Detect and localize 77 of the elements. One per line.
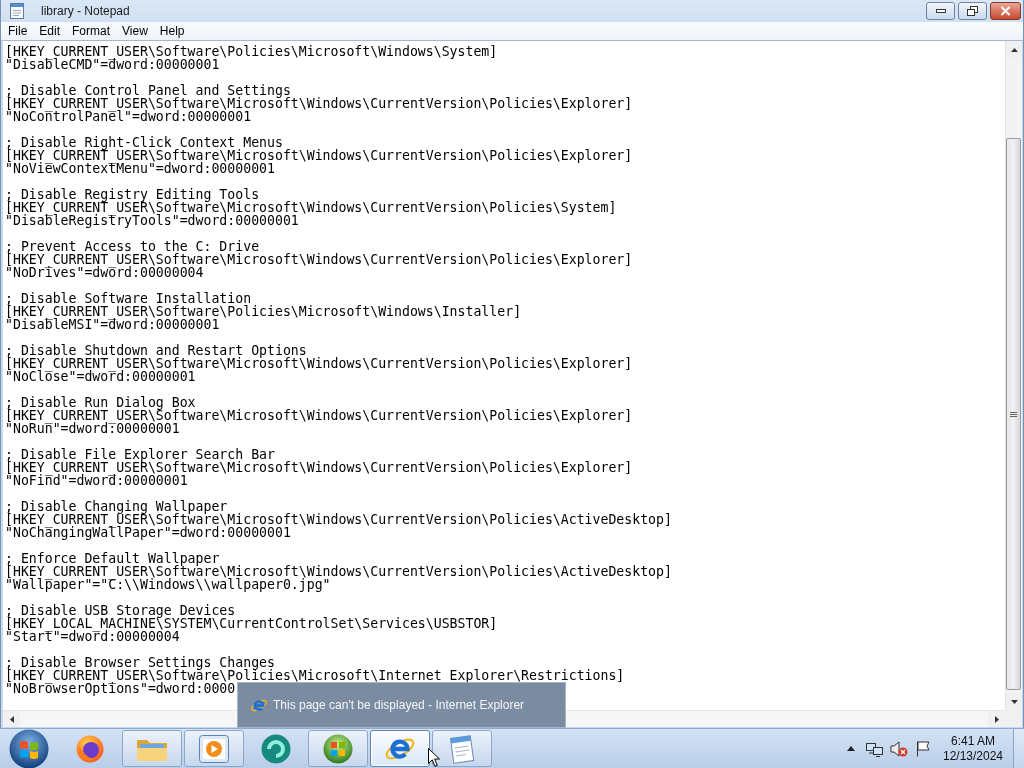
- text-line: ; Disable Shutdown and Restart Options: [5, 344, 307, 357]
- grip-icon: [1010, 411, 1017, 417]
- text-line: [HKEY_CURRENT_USER\Software\Policies\Microsoft\Windows\System]: [5, 45, 498, 58]
- text-line: ; Prevent Access to the C: Drive: [5, 240, 260, 253]
- caret-down-icon: [1010, 699, 1018, 704]
- text-line: ; Disable Changing Wallpaper: [5, 500, 228, 513]
- text-line: "NoBrowserOptions"=dword:0000: [5, 682, 236, 695]
- media-player-icon: [199, 734, 229, 763]
- text-line: ; Disable Right-Click Context Menus: [5, 136, 283, 149]
- window-title: library - Notepad: [41, 3, 130, 19]
- text-line: "Wallpaper"="C:\\Windows\\wallpaper0.jpg": [5, 578, 331, 591]
- taskbar-button[interactable]: [184, 730, 244, 767]
- text-line: ; Enforce Default Wallpaper: [5, 552, 220, 565]
- text-line: ; Disable Registry Editing Tools: [5, 188, 260, 201]
- start-orb-icon: [9, 728, 49, 768]
- text-line: "DisableRegistryTools"=dword:00000001: [5, 214, 299, 227]
- clock-time: 6:41 AM: [951, 733, 995, 749]
- caret-up-icon: [847, 746, 855, 751]
- text-line: "NoViewContextMenu"=dword:00000001: [5, 162, 275, 175]
- text-line: [HKEY_CURRENT_USER\Software\Policies\Microsoft\Windows\Installer]: [5, 305, 522, 318]
- menu-item[interactable]: File: [2, 23, 34, 39]
- mouse-cursor-icon: [428, 748, 440, 767]
- menu-item[interactable]: View: [116, 23, 154, 39]
- text-line: "NoClose"=dword:00000001: [5, 370, 196, 383]
- orb-icon: [323, 733, 353, 764]
- text-line: [HKEY_CURRENT_USER\Software\Microsoft\Windows\CurrentVersion\Policies\Explorer]: [5, 409, 633, 422]
- text-line: "NoControlPanel"=dword:00000001: [5, 110, 252, 123]
- tooltip-title: This page can't be displayed - Internet Explorer: [273, 698, 525, 712]
- taskbar-button[interactable]: [370, 730, 430, 767]
- notepad-icon: [9, 3, 25, 19]
- restore-icon: [967, 6, 978, 16]
- text-line: "NoFind"=dword:00000001: [5, 474, 188, 487]
- text-line: ; Disable Control Panel and Settings: [5, 84, 291, 97]
- menu-item[interactable]: Format: [66, 23, 117, 39]
- clock-date: 12/13/2024: [942, 748, 1004, 764]
- scroll-thumb[interactable]: [1006, 138, 1021, 690]
- text-line: "NoRun"=dword:00000001: [5, 422, 180, 435]
- text-line: "DisableMSI"=dword:00000001: [5, 318, 220, 331]
- text-line: [HKEY_CURRENT_USER\Software\Microsoft\Windows\CurrentVersion\Policies\System]: [5, 201, 617, 214]
- text-line: "DisableCMD"=dword:00000001: [5, 58, 220, 71]
- vertical-scrollbar[interactable]: [1005, 41, 1022, 710]
- network-icon: [866, 740, 884, 757]
- caret-left-icon: [9, 715, 14, 723]
- e-logo-icon: [250, 698, 268, 712]
- minimize-icon: [935, 9, 946, 13]
- text-line: [HKEY_CURRENT_USER\Software\Microsoft\Windows\CurrentVersion\Policies\Explorer]: [5, 253, 633, 266]
- caret-right-icon: [994, 715, 999, 723]
- text-line: [HKEY_CURRENT_USER\Software\Microsoft\Windows\CurrentVersion\Policies\ActiveDesktop]: [5, 565, 672, 578]
- swirl-icon: [261, 733, 291, 764]
- menu-item[interactable]: Edit: [33, 23, 67, 39]
- text-line: "NoChangingWallPaper"=dword:00000001: [5, 526, 291, 539]
- restore-button[interactable]: [958, 2, 987, 20]
- text-line: [HKEY_CURRENT_USER\Software\Microsoft\Windows\CurrentVersion\Policies\Explorer]: [5, 97, 633, 110]
- e-logo-icon: [384, 736, 416, 761]
- minimize-button[interactable]: [926, 2, 955, 20]
- text-line: [HKEY_CURRENT_USER\Software\Microsoft\Windows\CurrentVersion\Policies\ActiveDesktop]: [5, 513, 672, 526]
- text-line: [HKEY_CURRENT_USER\Software\Microsoft\Windows\CurrentVersion\Policies\Explorer]: [5, 461, 633, 474]
- text-line: ; Disable Browser Settings Changes: [5, 656, 275, 669]
- close-icon: [1000, 6, 1011, 16]
- text-line: "NoDrives"=dword:00000004: [5, 266, 204, 279]
- text-line: ; Disable Run Dialog Box: [5, 396, 196, 409]
- menu-item[interactable]: Help: [153, 23, 191, 39]
- close-button[interactable]: [990, 2, 1021, 20]
- speaker-muted-icon: [890, 740, 908, 757]
- taskbar-button[interactable]: [432, 730, 492, 767]
- text-line: [HKEY_CURRENT_USER\Software\Policies\Microsoft\Internet Explorer\Restrictions]: [5, 669, 625, 682]
- text-line: [HKEY_CURRENT_USER\Software\Microsoft\Windows\CurrentVersion\Policies\Explorer]: [5, 357, 633, 370]
- text-line: "Start"=dword:00000004: [5, 630, 180, 643]
- text-line: ; Disable USB Storage Devices: [5, 604, 236, 617]
- flag-icon: [916, 740, 930, 757]
- text-line: [HKEY_LOCAL_MACHINE\SYSTEM\CurrentControlSet\Services\USBSTOR]: [5, 617, 498, 630]
- text-line: [HKEY_CURRENT_USER\Software\Microsoft\Windows\CurrentVersion\Policies\Explorer]: [5, 149, 633, 162]
- caret-up-icon: [1010, 47, 1018, 52]
- text-line: ; Disable File Explorer Search Bar: [5, 448, 275, 461]
- text-line: ; Disable Software Installation: [5, 292, 252, 305]
- globe-icon: [76, 734, 104, 763]
- taskbar-button[interactable]: [308, 730, 368, 767]
